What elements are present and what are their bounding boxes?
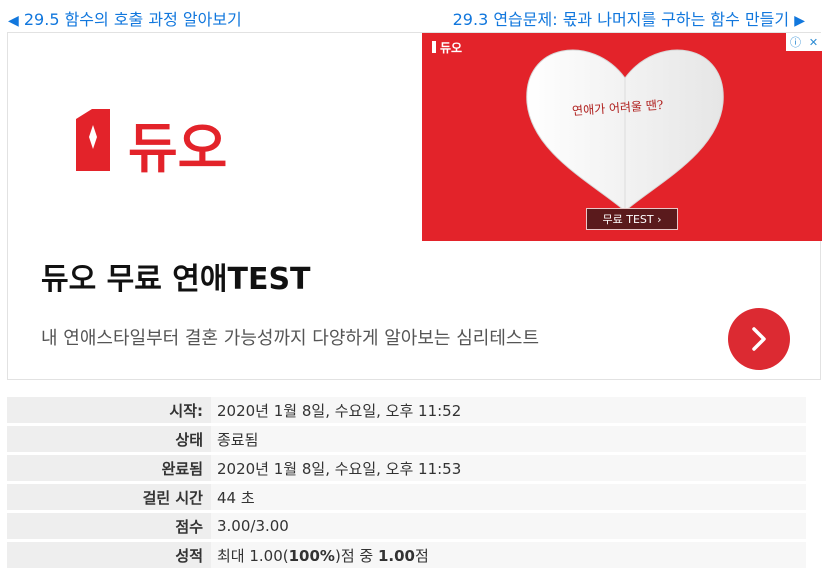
duo-logo: 듀오 <box>70 105 240 179</box>
table-row: 완료됨 2020년 1월 8일, 수요일, 오후 11:53 <box>7 455 806 481</box>
next-page-label: 29.3 연습문제: 몫과 나머지를 구하는 함수 만들기 <box>452 10 790 29</box>
row-label: 성적 <box>7 542 211 568</box>
info-icon[interactable]: ⓘ <box>790 34 801 50</box>
next-page-link[interactable]: 29.3 연습문제: 몫과 나머지를 구하는 함수 만들기 ▶ <box>453 6 805 30</box>
table-row: 걸린 시간 44 초 <box>7 484 806 510</box>
prev-arrow-icon: ◀ <box>8 13 19 29</box>
free-test-button[interactable]: 무료 TEST › <box>586 208 678 230</box>
row-label: 상태 <box>7 426 211 452</box>
table-row: 상태 종료됨 <box>7 426 806 452</box>
row-label: 걸린 시간 <box>7 484 211 510</box>
row-label: 시작: <box>7 397 211 423</box>
ad-cta-button[interactable] <box>728 308 790 370</box>
grade-middle: )점 중 <box>334 546 378 565</box>
ad-title[interactable]: 듀오 무료 연애TEST <box>41 254 311 298</box>
prev-page-link[interactable]: ◀ 29.5 함수의 호출 과정 알아보기 <box>8 6 242 30</box>
grade-score: 1.00 <box>377 546 415 565</box>
grade-prefix: 최대 1.00( <box>217 546 289 565</box>
row-value: 종료됨 <box>211 426 806 452</box>
table-row: 점수 3.00/3.00 <box>7 513 806 539</box>
row-value: 2020년 1월 8일, 수요일, 오후 11:52 <box>211 397 806 423</box>
row-label: 완료됨 <box>7 455 211 481</box>
chevron-right-icon <box>752 327 766 351</box>
ad-banner-image[interactable]: 듀오 연애가 어려울 땐? 무료 TEST › ⓘ ✕ <box>422 33 822 241</box>
row-label: 점수 <box>7 513 211 539</box>
adchoices[interactable]: ⓘ ✕ <box>786 33 822 51</box>
advertisement[interactable]: 듀오 듀오 연애가 어려울 땐? 무료 TEST › ⓘ ✕ 듀오 무료 연애T… <box>7 32 822 380</box>
duo-logo-text: 듀오 <box>128 119 227 175</box>
ad-description: 내 연애스타일부터 결혼 가능성까지 다양하게 알아보는 심리테스트 <box>41 328 540 349</box>
row-value: 44 초 <box>211 484 806 510</box>
row-value: 2020년 1월 8일, 수요일, 오후 11:53 <box>211 455 806 481</box>
close-icon[interactable]: ✕ <box>809 36 818 49</box>
prev-page-label: 29.5 함수의 호출 과정 알아보기 <box>23 10 242 29</box>
quiz-summary-table: 시작: 2020년 1월 8일, 수요일, 오후 11:52 상태 종료됨 완료… <box>7 394 806 571</box>
next-arrow-icon: ▶ <box>794 13 805 29</box>
grade-suffix: 점 <box>414 546 429 565</box>
row-value: 3.00/3.00 <box>211 513 806 539</box>
grade-value: 최대 1.00(100%)점 중 1.00점 <box>211 542 806 568</box>
table-row: 시작: 2020년 1월 8일, 수요일, 오후 11:52 <box>7 397 806 423</box>
grade-percent: 100% <box>288 546 335 565</box>
table-row: 성적 최대 1.00(100%)점 중 1.00점 <box>7 542 806 568</box>
